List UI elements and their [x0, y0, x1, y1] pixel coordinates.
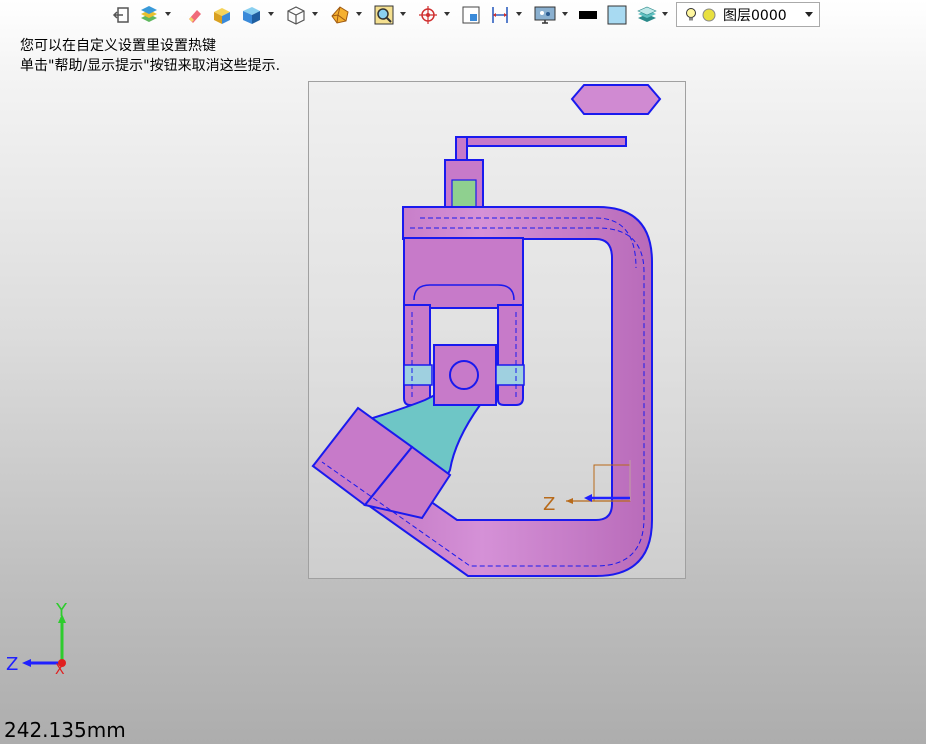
triad-x-label: X [55, 662, 65, 678]
triad-z-label: Z [6, 654, 18, 675]
part-model[interactable]: Z Y Z X [0, 0, 926, 744]
body-block [403, 237, 524, 309]
handle-bar [455, 136, 627, 147]
measurement-readout: 242.135mm [4, 718, 126, 742]
handle-post [455, 136, 468, 162]
pin-left [403, 364, 433, 386]
fork-arm-right [497, 304, 524, 406]
triad-y-label: Y [55, 600, 68, 621]
pin-circle [449, 360, 479, 390]
oval-part [570, 84, 662, 115]
fork-arm-left [403, 304, 431, 406]
model-z-label: Z [543, 494, 555, 515]
view-triad: Y Z X [6, 600, 68, 678]
pin-right [495, 364, 525, 386]
